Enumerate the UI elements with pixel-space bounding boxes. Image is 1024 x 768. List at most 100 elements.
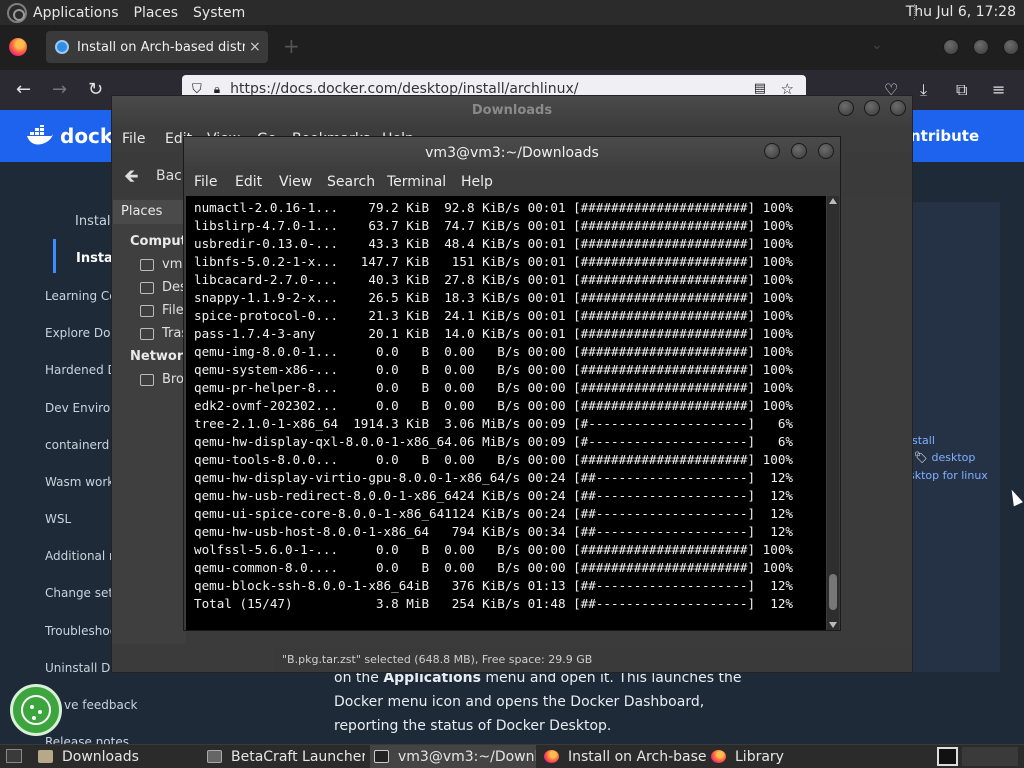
terminal-line: pass-1.7.4-3-any 20.1 KiB 14.0 KiB/s 00:… — [194, 326, 793, 341]
sidebar-item[interactable]: Troubleshoo — [45, 624, 117, 638]
sidebar-item[interactable]: Additional re — [45, 549, 121, 563]
menu-edit[interactable]: Edit — [235, 174, 262, 190]
folder-icon — [38, 750, 53, 763]
close-button[interactable] — [1003, 39, 1019, 55]
reader-view-icon[interactable]: ▤ — [754, 81, 766, 96]
terminal-line: tree-2.1.0-1-x86_64 1914.3 KiB 3.06 MiB/… — [194, 416, 793, 431]
terminal-line: wolfssl-5.6.0-1-... 0.0 B 0.00 B/s 00:00… — [194, 542, 793, 557]
tag-link[interactable]: 🏷︎ desktop — [914, 451, 975, 464]
scrollbar-thumb[interactable] — [829, 574, 837, 610]
terminal-line: usbredir-0.13.0-... 43.3 KiB 48.4 KiB/s … — [194, 236, 793, 251]
body-text-line-2: Docker menu icon and opens the Docker Da… — [334, 694, 705, 710]
menu-system[interactable]: System — [193, 5, 245, 21]
sidebar-item[interactable]: Install — [75, 214, 114, 229]
close-tab-icon[interactable]: × — [249, 39, 261, 55]
terminal-title-bar[interactable]: vm3@vm3:~/Downloads — [184, 137, 840, 169]
workspace-1[interactable] — [937, 747, 958, 766]
extensions-icon[interactable]: ⧉ — [956, 80, 967, 100]
taskbar-item-label: vm3@vm3:~/Downl... — [398, 748, 536, 765]
menu-file[interactable]: File — [194, 174, 217, 190]
close-button[interactable] — [890, 100, 906, 116]
taskbar-item-label: Install on Arch-base... — [568, 748, 706, 765]
new-tab-button[interactable]: + — [283, 34, 300, 58]
workspace-switcher[interactable] — [962, 747, 1018, 766]
app-icon — [207, 750, 222, 763]
reload-icon[interactable]: ↻ — [88, 79, 103, 100]
browser-tab-bar: Install on Arch-based distrib × + ⌄ — [0, 25, 1024, 70]
scroll-down-arrow-icon[interactable] — [829, 622, 837, 628]
show-desktop-icon[interactable] — [6, 749, 22, 763]
taskbar-item-library[interactable]: Library — [707, 745, 873, 768]
desktop-icon — [140, 281, 154, 294]
minimize-button[interactable] — [943, 39, 959, 55]
terminal-scrollbar[interactable] — [827, 196, 839, 630]
maximize-button[interactable] — [791, 143, 807, 159]
menu-applications[interactable]: Applications — [33, 5, 119, 21]
sidebar-item[interactable]: WSL — [45, 512, 71, 526]
downloads-title-bar[interactable]: Downloads — [112, 96, 912, 126]
clock[interactable]: Thu Jul 6, 17:28 — [906, 4, 1016, 20]
menu-file[interactable]: File — [122, 131, 145, 147]
terminal-menu-bar: File Edit View Search Terminal Help — [184, 169, 840, 195]
bottom-taskbar: Downloads BetaCraft Launcher ... vm3@vm3… — [0, 744, 1024, 768]
browser-tab[interactable]: Install on Arch-based distrib × — [46, 31, 268, 63]
tag-link[interactable]: sktop for linux — [909, 469, 988, 482]
firefox-icon — [544, 750, 559, 763]
tag-icon: 🏷︎ — [914, 451, 932, 464]
trash-icon — [140, 327, 154, 340]
sidebar-item[interactable]: Uninstall Do — [45, 661, 118, 675]
sidebar-item[interactable]: containerd ir — [45, 438, 121, 452]
menu-search[interactable]: Search — [327, 174, 375, 190]
menu-terminal[interactable]: Terminal — [387, 174, 446, 190]
back-arrow-icon[interactable]: ← — [16, 79, 31, 100]
contribute-link[interactable]: ntribute — [910, 127, 979, 145]
tab-list-chevron-icon[interactable]: ⌄ — [871, 37, 883, 53]
menu-help[interactable]: Help — [461, 174, 493, 190]
terminal-line: qemu-hw-display-virtio-gpu-8.0.0-1-x86_6… — [194, 470, 793, 485]
places-dropdown[interactable]: Places — [113, 200, 183, 224]
back-arrow-icon[interactable]: 🡸 — [124, 164, 139, 194]
terminal-line: qemu-common-8.0.... 0.0 B 0.00 B/s 00:00… — [194, 560, 793, 575]
taskbar-item-firefox-docs[interactable]: Install on Arch-base... — [540, 745, 706, 768]
scroll-up-arrow-icon[interactable] — [829, 198, 837, 204]
places-sidebar: Computer vm3 Desktop File System Trash N… — [112, 224, 268, 644]
taskbar-item-terminal[interactable]: vm3@vm3:~/Downl... — [370, 745, 536, 768]
sidebar-item[interactable]: Dev Environ — [45, 401, 118, 415]
sidebar-item[interactable]: Wasm workl — [45, 475, 118, 489]
forward-arrow-icon[interactable]: → — [52, 79, 67, 100]
taskbar-item-downloads[interactable]: Downloads — [34, 745, 194, 768]
sidebar-item[interactable]: Change setti — [45, 586, 121, 600]
menu-places[interactable]: Places — [134, 5, 179, 21]
maximize-button[interactable] — [973, 39, 989, 55]
terminal-line: qemu-system-x86-... 0.0 B 0.00 B/s 00:00… — [194, 362, 793, 377]
terminal-output[interactable]: numactl-2.0.16-1... 79.2 KiB 92.8 KiB/s … — [186, 196, 826, 630]
sidebar-item-feedback[interactable]: ve feedback — [64, 698, 137, 712]
minimize-button[interactable] — [764, 143, 780, 159]
terminal-line: qemu-hw-usb-redirect-8.0.0-1-x86_6424 Ki… — [194, 488, 793, 503]
sidebar-active-indicator — [53, 239, 56, 273]
menu-view[interactable]: View — [279, 174, 312, 190]
tag-link-label: desktop — [931, 451, 976, 464]
terminal-line: qemu-hw-display-qxl-8.0.0-1-x86_64.06 Mi… — [194, 434, 793, 449]
firefox-icon[interactable] — [9, 38, 27, 56]
maximize-button[interactable] — [864, 100, 880, 116]
terminal-icon — [374, 750, 389, 763]
close-button[interactable] — [818, 143, 834, 159]
terminal-line: libnfs-5.0.2-1-x... 147.7 KiB 151 KiB/s … — [194, 254, 793, 269]
terminal-line: snappy-1.1.9-2-x... 26.5 KiB 18.3 KiB/s … — [194, 290, 793, 305]
downloads-icon[interactable]: ⤓ — [920, 80, 927, 100]
terminal-line: Total (15/47) 3.8 MiB 254 KiB/s 01:48 [#… — [194, 596, 793, 611]
hamburger-menu-icon[interactable]: ≡ — [992, 80, 1005, 99]
taskbar-item-betacraft[interactable]: BetaCraft Launcher ... — [203, 745, 365, 768]
terminal-line: libcacard-2.7.0-... 40.3 KiB 27.8 KiB/s … — [194, 272, 793, 287]
terminal-line: edk2-ovmf-202302... 0.0 B 0.00 B/s 00:00… — [194, 398, 793, 413]
tab-title: Install on Arch-based distrib — [77, 39, 245, 55]
terminal-title: vm3@vm3:~/Downloads — [425, 145, 599, 161]
minimize-button[interactable] — [838, 100, 854, 116]
distro-logo-icon[interactable] — [7, 2, 27, 23]
cookie-settings-button[interactable] — [10, 684, 62, 736]
firefox-icon — [711, 750, 726, 763]
terminal-line: numactl-2.0.16-1... 79.2 KiB 92.8 KiB/s … — [194, 200, 793, 215]
tag-link[interactable]: stall — [912, 434, 935, 447]
body-text-line-3: reporting the status of Docker Desktop. — [334, 718, 612, 734]
